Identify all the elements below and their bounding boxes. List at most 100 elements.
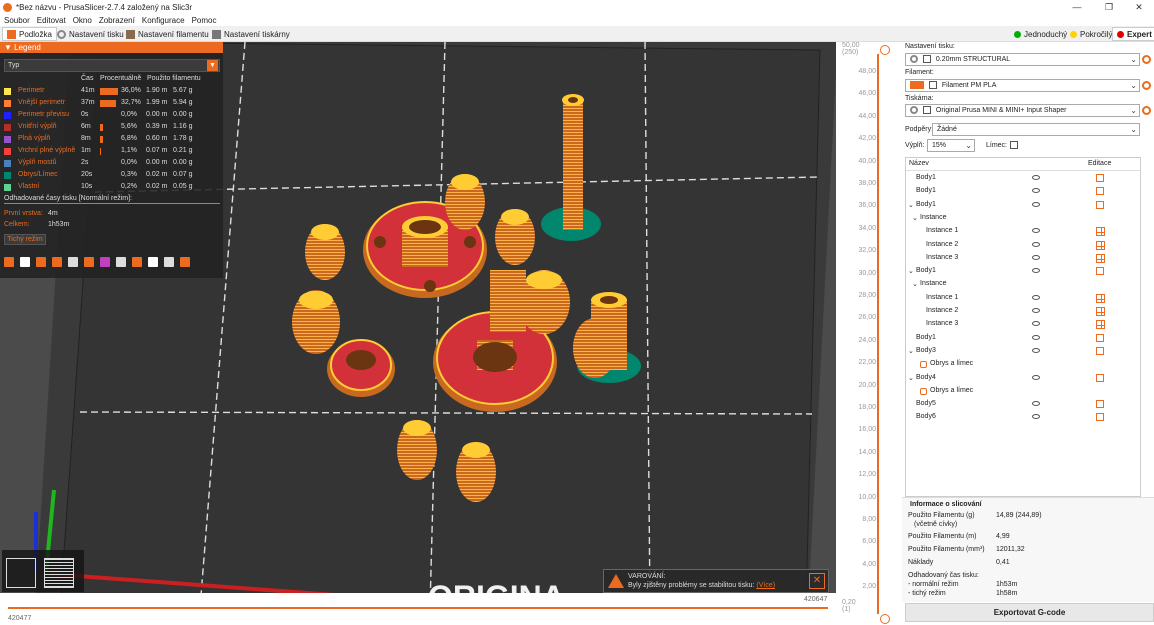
object-list-row[interactable]: ⌄ Instance <box>906 278 1140 291</box>
expand-chevron-icon[interactable]: ⌄ <box>908 201 914 209</box>
tab-plater[interactable]: Podložka <box>2 27 57 41</box>
edit-icon[interactable] <box>1096 373 1104 382</box>
export-gcode-button[interactable]: Exportovat G-code <box>905 603 1154 622</box>
color-change-icon[interactable] <box>100 257 110 267</box>
object-list-row[interactable]: ⌄ Body1 <box>906 199 1140 212</box>
visibility-eye-icon[interactable] <box>1032 241 1040 247</box>
object-list-row[interactable]: Instance 2 <box>906 239 1140 252</box>
object-list-row[interactable]: ⌄ Body4 <box>906 372 1140 385</box>
visibility-eye-icon[interactable] <box>1032 308 1040 313</box>
tab-filament-settings[interactable]: Nastavení filamentu <box>121 27 214 41</box>
expand-chevron-icon[interactable]: ⌄ <box>912 214 918 222</box>
legend-row[interactable]: Vnější perimetr 37m 32,7% 1.99 m 5.94 g <box>4 99 220 109</box>
object-list-row[interactable]: ⌄ Body1 <box>906 265 1140 278</box>
supports-select[interactable]: Žádné ⌄ <box>932 123 1140 136</box>
mode-advanced[interactable]: Pokročilý <box>1066 27 1116 41</box>
stealth-mode-button[interactable]: Tichý režim <box>4 234 46 245</box>
edit-icon[interactable] <box>1096 413 1104 422</box>
seams-icon[interactable] <box>68 257 78 267</box>
filament-select[interactable]: Filament PM PLA ⌄ <box>905 79 1140 92</box>
legend-row[interactable]: Plná výplň 8m 6,8% 0.60 m 1.78 g <box>4 135 220 145</box>
menu-edit[interactable]: Editovat <box>37 16 66 25</box>
object-list-row[interactable]: Body1 <box>906 172 1140 185</box>
edit-icon[interactable] <box>1096 333 1104 342</box>
center-of-gravity-icon[interactable] <box>148 257 158 267</box>
menu-window[interactable]: Okno <box>73 16 92 25</box>
travel-icon[interactable] <box>4 257 14 267</box>
object-list-row[interactable]: ⌄ Instance <box>906 212 1140 225</box>
object-list-row[interactable]: Instance 3 <box>906 318 1140 331</box>
visibility-eye-icon[interactable] <box>1032 401 1040 407</box>
object-list-row[interactable]: Instance 1 <box>906 292 1140 305</box>
visibility-eye-icon[interactable] <box>1032 321 1040 327</box>
object-list-row[interactable]: Body6 <box>906 411 1140 424</box>
menu-help[interactable]: Pomoc <box>192 16 217 25</box>
tool-marker-icon[interactable] <box>180 257 190 267</box>
visibility-eye-icon[interactable] <box>1032 334 1040 340</box>
close-icon[interactable]: ✕ <box>1124 0 1154 14</box>
expand-chevron-icon[interactable]: ⌄ <box>908 374 914 382</box>
legend-row[interactable]: Výplň mostů 2s 0,0% 0.00 m 0.00 g <box>4 159 220 169</box>
legend-row[interactable]: Vlastní 10s 0,2% 0.02 m 0.05 g <box>4 183 220 193</box>
settings-gear-icon[interactable] <box>1142 106 1151 115</box>
preview-view-icon[interactable] <box>44 558 74 588</box>
menu-file[interactable]: Soubor <box>4 16 30 25</box>
mode-simple[interactable]: Jednoduchý <box>1010 27 1071 41</box>
3d-view-icon[interactable] <box>6 558 36 588</box>
pause-icon[interactable] <box>116 257 126 267</box>
legend-type-select[interactable]: Typ ▼ <box>4 59 220 72</box>
infill-select[interactable]: 15% ⌄ <box>927 139 975 152</box>
vertical-slider[interactable]: 50,00 (250) 48,00 46,00 44,00 42,00 40,00 38,0… <box>836 42 902 625</box>
minimize-icon[interactable]: — <box>1062 0 1092 14</box>
expand-chevron-icon[interactable]: ⌄ <box>908 267 914 275</box>
edit-icon[interactable] <box>1096 267 1104 276</box>
legend-row[interactable]: Perimetr převisu 0s 0,0% 0.00 m 0.00 g <box>4 111 220 121</box>
visibility-eye-icon[interactable] <box>1032 347 1040 353</box>
legend-row[interactable]: Vnitřní výplň 6m 5,6% 0.39 m 1.16 g <box>4 123 220 133</box>
expand-chevron-icon[interactable]: ⌄ <box>908 347 914 355</box>
vertical-slider-bottom-handle[interactable] <box>880 614 890 624</box>
shells-icon[interactable] <box>164 257 174 267</box>
vertical-slider-track[interactable] <box>877 54 879 614</box>
object-list-row[interactable]: Obrys a límec <box>906 358 1140 371</box>
edit-icon[interactable] <box>1096 174 1104 182</box>
visibility-eye-icon[interactable] <box>1032 201 1040 207</box>
legend-row[interactable]: Vrchní plné výplně 1m 1,1% 0.07 m 0.21 g <box>4 147 220 157</box>
close-icon[interactable]: ✕ <box>809 573 825 589</box>
instance-icon[interactable] <box>1096 307 1105 316</box>
instance-icon[interactable] <box>1096 227 1105 237</box>
object-list-row[interactable]: Instance 3 <box>906 252 1140 265</box>
horizontal-slider-track[interactable] <box>8 607 828 609</box>
visibility-eye-icon[interactable] <box>1032 294 1040 300</box>
maximize-icon[interactable]: ❐ <box>1094 0 1124 14</box>
edit-icon[interactable] <box>1096 200 1104 209</box>
instance-icon[interactable] <box>1096 253 1105 263</box>
legend-header[interactable]: ▼ Legend <box>0 42 223 53</box>
edit-icon[interactable] <box>1096 187 1104 196</box>
menu-view[interactable]: Zobrazení <box>99 16 135 25</box>
wipe-icon[interactable] <box>20 257 30 267</box>
object-list-row[interactable]: Instance 2 <box>906 305 1140 318</box>
visibility-eye-icon[interactable] <box>1032 414 1040 420</box>
object-list-row[interactable]: Instance 1 <box>906 225 1140 238</box>
printer-select[interactable]: Original Prusa MINI & MINI+ Input Shaper… <box>905 104 1140 117</box>
warning-more-link[interactable]: (Více) <box>756 582 775 589</box>
retraction-icon[interactable] <box>36 257 46 267</box>
visibility-eye-icon[interactable] <box>1032 175 1040 180</box>
object-list-row[interactable]: Body5 <box>906 398 1140 411</box>
edit-icon[interactable] <box>1096 400 1104 409</box>
legend-row[interactable]: Perimetr 41m 36,0% 1.90 m 5.67 g <box>4 87 220 97</box>
settings-gear-icon[interactable] <box>1142 55 1151 64</box>
tab-printer-settings[interactable]: Nastavení tiskárny <box>207 27 295 41</box>
visibility-eye-icon[interactable] <box>1032 268 1040 274</box>
edit-icon[interactable] <box>1096 346 1104 355</box>
instance-icon[interactable] <box>1096 240 1105 250</box>
tab-print-settings[interactable]: Nastavení tisku <box>52 27 129 41</box>
deretraction-icon[interactable] <box>52 257 62 267</box>
visibility-eye-icon[interactable] <box>1032 374 1040 380</box>
object-list-row[interactable]: Obrys a límec <box>906 385 1140 398</box>
object-list-row[interactable]: Body1 <box>906 185 1140 198</box>
print-settings-select[interactable]: 0.20mm STRUCTURAL ⌄ <box>905 53 1140 66</box>
expand-chevron-icon[interactable]: ⌄ <box>912 280 918 288</box>
filament-color-swatch[interactable] <box>910 81 924 90</box>
